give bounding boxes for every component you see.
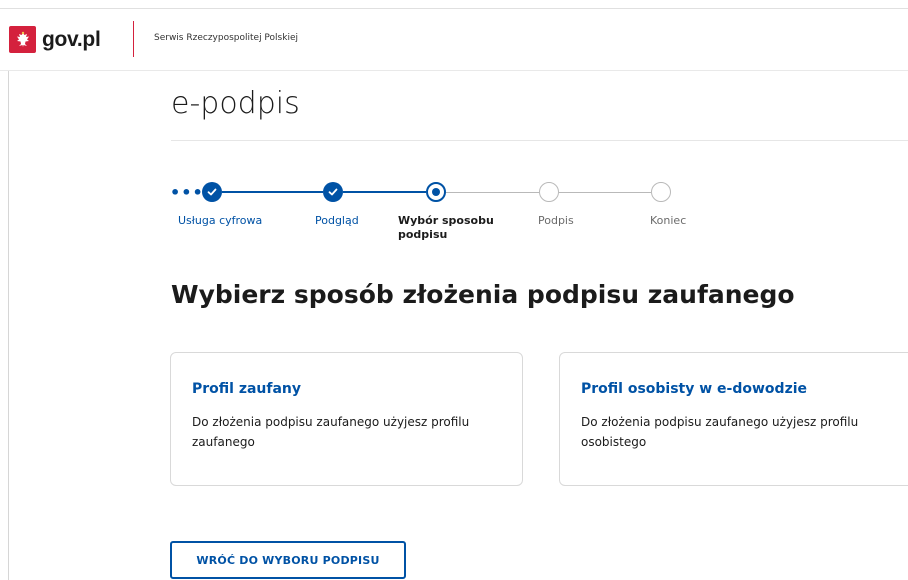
option-card-profil-zaufany[interactable]: Profil zaufany Do złożenia podpisu zaufa…: [170, 352, 523, 486]
step-label-line: podpisu: [398, 228, 448, 241]
step-usluga-cyfrowa-node: [202, 182, 222, 202]
stepper-line-complete: [222, 191, 323, 193]
check-icon: [207, 188, 217, 196]
step-podpis-node: [539, 182, 559, 202]
step-label-line: Wybór sposobu: [398, 214, 494, 227]
stepper-line-pending: [446, 192, 539, 193]
progress-stepper: ••• Usługa cyfrowa Podgląd Wybór sposobu…: [0, 0, 908, 260]
step-wybor-sposobu-node: [426, 182, 446, 202]
step-label-podpis: Podpis: [538, 214, 574, 227]
back-to-signature-choice-button[interactable]: WRÓĆ DO WYBORU PODPISU: [170, 541, 406, 579]
option-title: Profil osobisty w e-dowodzie: [581, 381, 808, 397]
step-podglad-node: [323, 182, 343, 202]
option-card-profil-osobisty[interactable]: Profil osobisty w e-dowodzie Do złożenia…: [559, 352, 908, 486]
step-label-usluga-cyfrowa[interactable]: Usługa cyfrowa: [178, 214, 262, 228]
option-description: Do złożenia podpisu zaufanego użyjesz pr…: [581, 415, 859, 449]
option-title: Profil zaufany: [192, 381, 302, 397]
stepper-line-pending: [559, 192, 651, 193]
step-label-koniec: Koniec: [650, 214, 687, 227]
option-description: Do złożenia podpisu zaufanego użyjesz pr…: [192, 415, 470, 449]
step-label-podglad[interactable]: Podgląd: [315, 214, 359, 228]
step-label-wybor-sposobu: Wybór sposobu podpisu: [398, 214, 494, 242]
step-koniec-node: [651, 182, 671, 202]
more-steps-indicator[interactable]: •••: [170, 183, 204, 202]
section-heading: Wybierz sposób złożenia podpisu zaufaneg…: [171, 280, 795, 309]
check-icon: [328, 188, 338, 196]
stepper-line-complete: [343, 191, 426, 193]
